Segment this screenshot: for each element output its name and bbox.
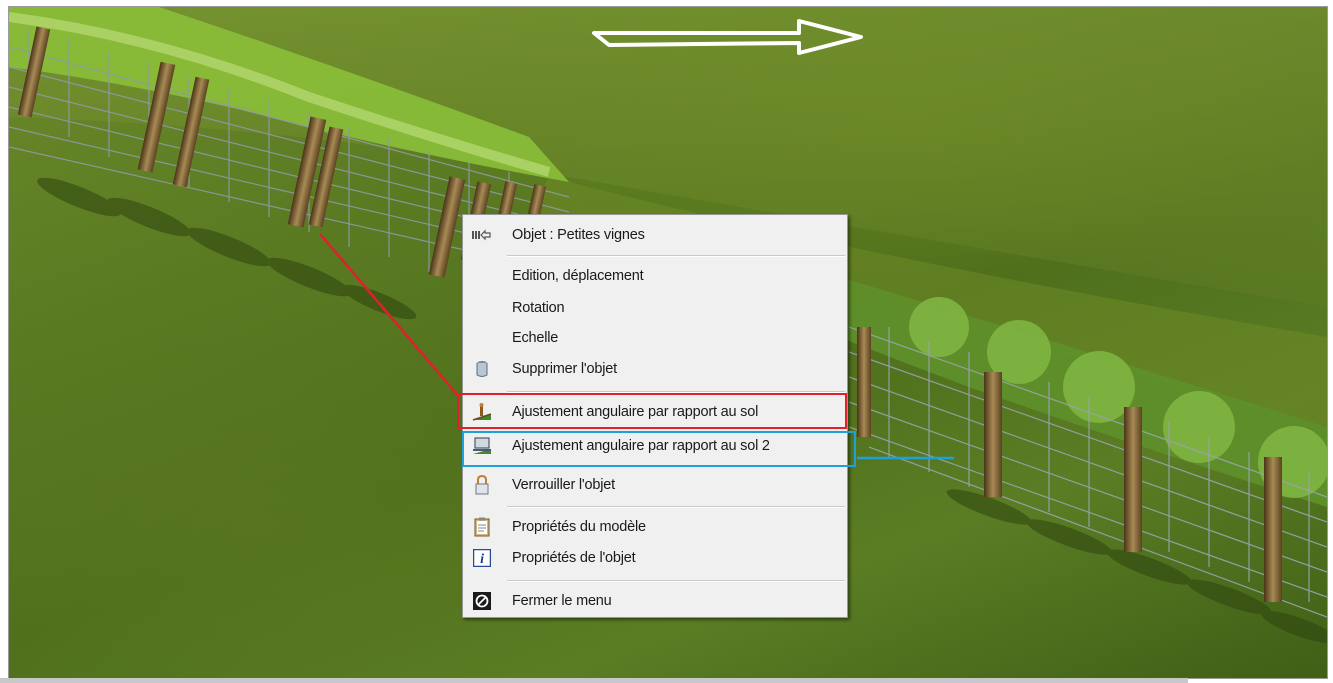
menu-item-label: Supprimer l'objet [512, 361, 617, 377]
menu-item-label: Edition, déplacement [512, 268, 644, 284]
info-icon: i [472, 548, 492, 568]
menu-item-edit-move[interactable]: Edition, déplacement [463, 263, 847, 289]
menu-item-rotation[interactable]: Rotation [463, 295, 847, 321]
menu-item-label: Verrouiller l'objet [512, 477, 615, 493]
object-arrow-icon [472, 225, 492, 245]
menu-item-object-props[interactable]: i Propriétés de l'objet [463, 545, 847, 571]
status-bar [0, 678, 1188, 683]
menu-separator [507, 580, 845, 582]
blue-highlight-box [462, 431, 856, 467]
padlock-icon [472, 475, 492, 495]
menu-separator [507, 506, 845, 508]
menu-header-object: Objet : Petites vignes [463, 222, 847, 248]
menu-item-label: Propriétés de l'objet [512, 550, 636, 566]
menu-item-delete[interactable]: Supprimer l'objet [463, 356, 847, 382]
menu-item-lock[interactable]: Verrouiller l'objet [463, 472, 847, 498]
menu-item-label: Echelle [512, 330, 559, 346]
menu-separator [507, 255, 845, 257]
no-entry-icon [472, 591, 492, 611]
menu-item-label: Propriétés du modèle [512, 519, 646, 535]
menu-item-model-props[interactable]: Propriétés du modèle [463, 514, 847, 540]
trash-can-icon [472, 359, 492, 379]
svg-text:i: i [480, 552, 484, 567]
menu-item-label: Fermer le menu [512, 593, 612, 609]
menu-item-scale[interactable]: Echelle [463, 325, 847, 351]
clipboard-icon [472, 517, 492, 537]
red-highlight-box [457, 393, 847, 429]
menu-item-label: Rotation [512, 300, 565, 316]
menu-item-close-menu[interactable]: Fermer le menu [463, 588, 847, 614]
menu-header-label: Objet : Petites vignes [512, 227, 645, 243]
